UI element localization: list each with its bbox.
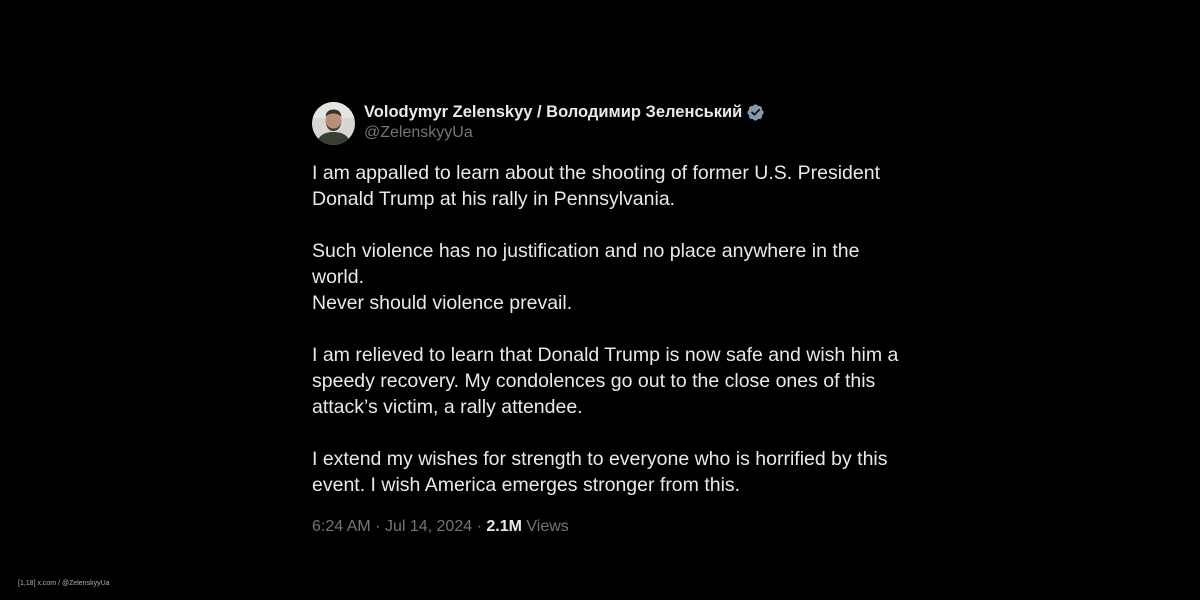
avatar[interactable] [312,101,355,145]
tweet-paragraph: Such violence has no justification and n… [312,240,860,314]
tweet-date[interactable]: Jul 14, 2024 [385,518,472,535]
tweet-paragraph: I extend my wishes for strength to every… [312,448,888,496]
author-handle[interactable]: @ZelenskyyUa [364,122,765,144]
tweet-paragraph: I am relieved to learn that Donald Trump… [312,344,899,418]
views-count[interactable]: 2.1M [486,518,522,535]
tweet-header: Volodymyr Zelenskyy / Володимир Зеленськ… [312,100,912,146]
source-watermark: [1,18] x.com / @ZelenskyyUa [18,580,110,587]
author-display-name[interactable]: Volodymyr Zelenskyy / Володимир Зеленськ… [364,102,742,122]
meta-separator: · [375,518,381,535]
tweet-time[interactable]: 6:24 AM [312,518,371,535]
meta-separator: · [476,518,482,535]
views-label[interactable]: Views [526,518,568,535]
author-info: Volodymyr Zelenskyy / Володимир Зеленськ… [364,102,765,144]
tweet-card: Volodymyr Zelenskyy / Володимир Зеленськ… [312,100,912,538]
tweet-meta: 6:24 AM · Jul 14, 2024 · 2.1M Views [312,516,912,538]
verified-badge-icon[interactable] [746,103,765,122]
tweet-text: I am appalled to learn about the shootin… [312,160,912,498]
tweet-paragraph: I am appalled to learn about the shootin… [312,162,880,210]
